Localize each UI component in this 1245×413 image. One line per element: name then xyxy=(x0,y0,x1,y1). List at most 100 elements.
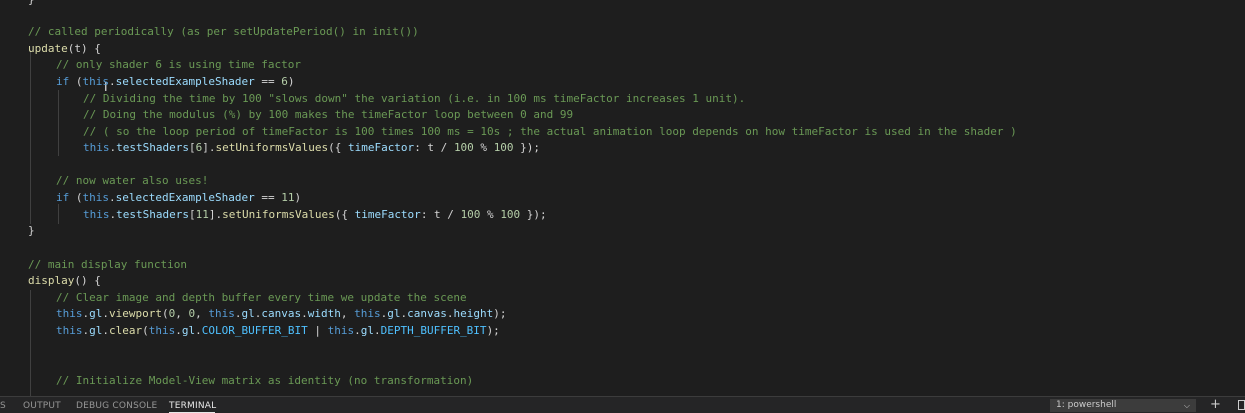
code-token: % xyxy=(480,208,501,221)
code-token: canvas xyxy=(407,307,447,320)
code-token: : t / xyxy=(420,208,461,221)
indent-guide xyxy=(58,90,59,156)
code-token: . xyxy=(102,324,109,337)
code-line: this.testShaders[6].setUniformsValues({ … xyxy=(83,140,540,156)
code-token: ( xyxy=(75,75,83,88)
code-token: gl xyxy=(181,324,196,337)
code-token: } xyxy=(28,0,35,6)
code-token: this xyxy=(56,307,83,320)
code-token: } xyxy=(28,224,35,237)
code-token: . xyxy=(301,307,308,320)
code-token: width xyxy=(307,307,341,320)
code-token: 6 xyxy=(281,75,288,88)
code-line: // ( so the loop period of timeFactor is… xyxy=(83,124,1017,140)
code-token: . xyxy=(102,307,109,320)
code-line: // Doing the modulus (%) by 100 makes th… xyxy=(83,107,573,123)
code-token: // ( so the loop period of timeFactor is… xyxy=(83,125,1017,138)
code-line: if (this.selectedExampleShader == 11) xyxy=(56,190,301,206)
code-token: // Doing the modulus (%) by 100 makes th… xyxy=(83,108,574,121)
code-token: this xyxy=(83,141,110,154)
code-token: setUniformsValues xyxy=(222,208,335,221)
code-editor[interactable]: I }// called periodically (as per setUpd… xyxy=(0,0,1245,396)
code-token: . xyxy=(109,191,116,204)
code-token: this xyxy=(56,324,83,337)
code-token: this xyxy=(208,307,235,320)
code-token: setUniformsValues xyxy=(215,141,329,154)
code-token: clear xyxy=(109,324,143,337)
code-token: ); xyxy=(486,324,500,337)
code-token: this xyxy=(148,324,176,337)
code-token: COLOR_BUFFER_BIT xyxy=(201,324,308,337)
code-token: timeFactor xyxy=(354,208,421,221)
code-token: testShaders xyxy=(116,141,189,154)
terminal-select[interactable]: 1: powershell ⌵ xyxy=(1050,399,1196,412)
code-token: selectedExampleShader xyxy=(115,191,255,204)
code-token: | xyxy=(307,324,328,337)
code-token: ]. xyxy=(202,141,216,154)
code-token: . xyxy=(354,324,361,337)
code-token: // Dividing the time by 100 "slows down"… xyxy=(83,92,746,105)
code-token: ( xyxy=(161,307,169,320)
code-token: 100 xyxy=(493,141,514,154)
code-token: this xyxy=(82,75,110,88)
code-token: DEPTH_BUFFER_BIT xyxy=(380,324,487,337)
terminal-select-value: 1: powershell xyxy=(1056,400,1117,410)
code-token: ({ xyxy=(334,208,355,221)
code-token: . xyxy=(109,75,116,88)
code-token: timeFactor xyxy=(347,141,415,154)
code-token: ]. xyxy=(208,208,223,221)
code-token: ) xyxy=(287,75,295,88)
code-token: this xyxy=(83,208,110,221)
code-line: // only shader 6 is using time factor xyxy=(56,57,301,73)
split-terminal-icon[interactable] xyxy=(1238,400,1245,410)
code-token: // only shader 6 is using time factor xyxy=(56,58,302,71)
code-token: . xyxy=(175,324,182,337)
code-line: // main display function xyxy=(28,257,187,273)
code-token: this xyxy=(82,191,110,204)
code-token: update xyxy=(28,42,68,55)
plus-icon[interactable]: + xyxy=(1210,398,1221,412)
code-token: selectedExampleShader xyxy=(115,75,255,88)
indent-guide xyxy=(30,50,31,224)
code-token: }); xyxy=(520,208,547,221)
code-token: height xyxy=(453,307,494,320)
code-token: if xyxy=(56,75,76,88)
code-token: 11 xyxy=(281,191,295,204)
code-token: canvas xyxy=(261,307,302,320)
code-token: (t) { xyxy=(67,42,101,55)
code-token: this xyxy=(354,307,381,320)
code-token: . xyxy=(373,324,381,337)
code-token: == xyxy=(254,191,282,204)
tab-terminal[interactable]: TERMINAL xyxy=(169,401,216,411)
code-token: gl xyxy=(360,324,374,337)
code-token: display xyxy=(28,274,75,287)
indent-guide xyxy=(30,290,31,396)
code-token: 100 xyxy=(500,208,521,221)
code-token: ({ xyxy=(328,141,348,154)
code-token: , xyxy=(340,307,355,320)
chevron-down-icon: ⌵ xyxy=(1183,401,1190,410)
code-token: gl xyxy=(387,307,401,320)
code-line: // called periodically (as per setUpdate… xyxy=(28,24,419,40)
code-token: gl xyxy=(241,307,255,320)
code-token: == xyxy=(254,75,282,88)
code-line: } xyxy=(28,223,35,239)
code-token: ( xyxy=(142,324,149,337)
code-line: // Initialize Model-View matrix as ident… xyxy=(56,373,473,389)
code-token: [ xyxy=(188,208,196,221)
tab-debug-console[interactable]: DEBUG CONSOLE xyxy=(76,401,157,411)
code-token: : t / xyxy=(414,141,454,154)
tab-output[interactable]: OUTPUT xyxy=(23,401,61,411)
code-token: 100 xyxy=(453,141,474,154)
code-token: // main display function xyxy=(28,258,187,271)
code-token: ); xyxy=(493,307,507,320)
code-line: update(t) { xyxy=(28,41,101,57)
code-token: // called periodically (as per setUpdate… xyxy=(28,25,419,38)
code-line: if (this.selectedExampleShader == 6) xyxy=(56,74,294,90)
code-token: ( xyxy=(75,191,83,204)
tab-problems[interactable]: S xyxy=(0,401,6,411)
code-token: if xyxy=(56,191,76,204)
code-token: [ xyxy=(188,141,196,154)
code-token: , xyxy=(195,307,209,320)
code-token: 11 xyxy=(195,208,209,221)
